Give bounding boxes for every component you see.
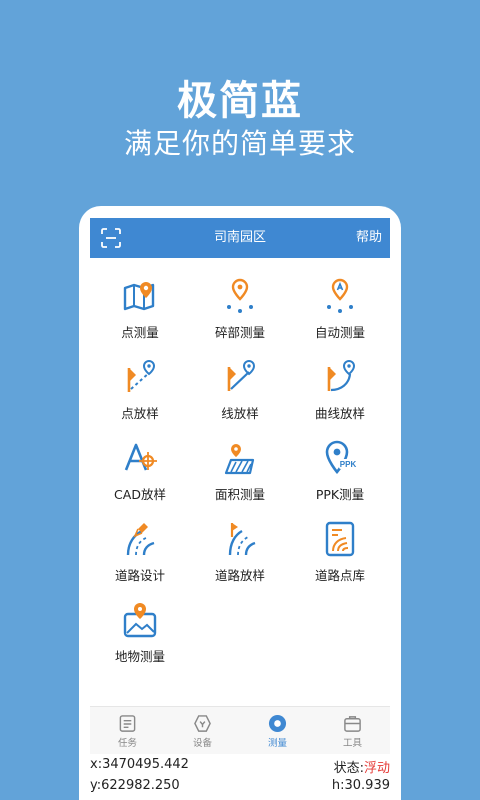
tool-cad-stakeout[interactable]: CAD放样 bbox=[90, 430, 190, 511]
nav-label: 测量 bbox=[267, 738, 287, 749]
coord-x: x:3470495.442 bbox=[90, 757, 189, 772]
road-stakeout-icon bbox=[228, 523, 256, 556]
solution-state: 状态:浮动 bbox=[334, 757, 390, 776]
tool-point-survey[interactable]: 点测量 bbox=[90, 268, 190, 349]
svg-text:PPK: PPK bbox=[340, 460, 357, 469]
tool-detail-survey[interactable]: 碎部测量 bbox=[190, 268, 290, 349]
promo-title: 极简蓝 bbox=[177, 78, 303, 124]
tool-label: 地物测量 bbox=[114, 649, 165, 664]
tool-feature-survey[interactable]: 地物测量 bbox=[90, 592, 190, 673]
header-title: 司南园区 bbox=[213, 230, 266, 245]
help-button[interactable]: 帮助 bbox=[354, 218, 384, 258]
app-header: 司南园区 帮助 bbox=[90, 218, 390, 258]
tool-curve-stakeout[interactable]: 曲线放样 bbox=[290, 349, 390, 430]
coord-y: y:622982.250 bbox=[90, 778, 180, 793]
tool-label: 线放样 bbox=[221, 406, 259, 421]
tool-label: 面积测量 bbox=[214, 487, 265, 502]
map-pin-icon bbox=[123, 282, 155, 311]
tool-label: CAD放样 bbox=[114, 487, 166, 502]
point-stakeout-icon bbox=[127, 359, 156, 392]
tool-label: 点放样 bbox=[121, 406, 159, 421]
tool-grid: 点测量 碎部测量 自动测量 点放样 线放样 曲线放样 CAD放样 面积测量 PP… bbox=[90, 268, 390, 673]
tool-line-stakeout[interactable]: 线放样 bbox=[190, 349, 290, 430]
nav-label: 设备 bbox=[192, 738, 212, 749]
nav-tab-survey[interactable]: 测量 bbox=[240, 707, 315, 754]
bottom-nav: 任务 设备 测量 工具 bbox=[90, 706, 390, 754]
road-point-library-icon bbox=[325, 521, 355, 557]
nav-label: 任务 bbox=[117, 738, 137, 749]
feature-survey-icon bbox=[123, 603, 157, 638]
ppk-survey-icon: PPK bbox=[325, 440, 357, 475]
detail-survey-icon bbox=[227, 278, 253, 313]
line-stakeout-icon bbox=[227, 359, 256, 391]
tool-label: 碎部测量 bbox=[214, 325, 265, 340]
tool-point-stakeout[interactable]: 点放样 bbox=[90, 349, 190, 430]
survey-icon bbox=[268, 714, 287, 733]
tool-label: 道路设计 bbox=[114, 568, 165, 583]
auto-survey-icon bbox=[327, 278, 353, 313]
road-design-icon bbox=[126, 523, 155, 556]
coord-h: h:30.939 bbox=[331, 778, 390, 793]
tool-road-point-library[interactable]: 道路点库 bbox=[290, 511, 390, 592]
cad-stakeout-icon bbox=[124, 443, 157, 471]
tool-road-stakeout[interactable]: 道路放样 bbox=[190, 511, 290, 592]
app-screen: 司南园区 帮助 点测量 碎部测量 自动测量 点放样 线放样 曲线放样 CAD放样… bbox=[90, 218, 390, 800]
tool-label: 点测量 bbox=[121, 325, 159, 340]
promo-subtitle: 满足你的简单要求 bbox=[123, 127, 356, 160]
tool-label: 曲线放样 bbox=[314, 406, 365, 421]
curve-stakeout-icon bbox=[327, 359, 356, 392]
tool-ppk-survey[interactable]: PPK PPK测量 bbox=[290, 430, 390, 511]
tool-label: PPK测量 bbox=[315, 487, 365, 502]
tool-area-survey[interactable]: 面积测量 bbox=[190, 430, 290, 511]
tool-label: 道路点库 bbox=[314, 568, 365, 583]
nav-tab-task[interactable]: 任务 bbox=[90, 707, 165, 754]
nav-label: 工具 bbox=[342, 738, 362, 749]
status-bar: x:3470495.442 y:622982.250 状态:浮动 h:30.93… bbox=[90, 754, 390, 800]
tool-label: 自动测量 bbox=[314, 325, 365, 340]
device-icon bbox=[194, 715, 211, 732]
nav-tab-device[interactable]: 设备 bbox=[165, 707, 240, 754]
tool-label: 道路放样 bbox=[214, 568, 265, 583]
state-value: 浮动 bbox=[363, 761, 390, 776]
task-icon bbox=[119, 715, 136, 732]
toolbox-icon bbox=[344, 716, 361, 732]
tool-road-design[interactable]: 道路设计 bbox=[90, 511, 190, 592]
tool-auto-survey[interactable]: 自动测量 bbox=[290, 268, 390, 349]
state-label: 状态: bbox=[333, 761, 364, 776]
area-survey-icon bbox=[224, 444, 255, 475]
nav-tab-tools[interactable]: 工具 bbox=[315, 707, 390, 754]
